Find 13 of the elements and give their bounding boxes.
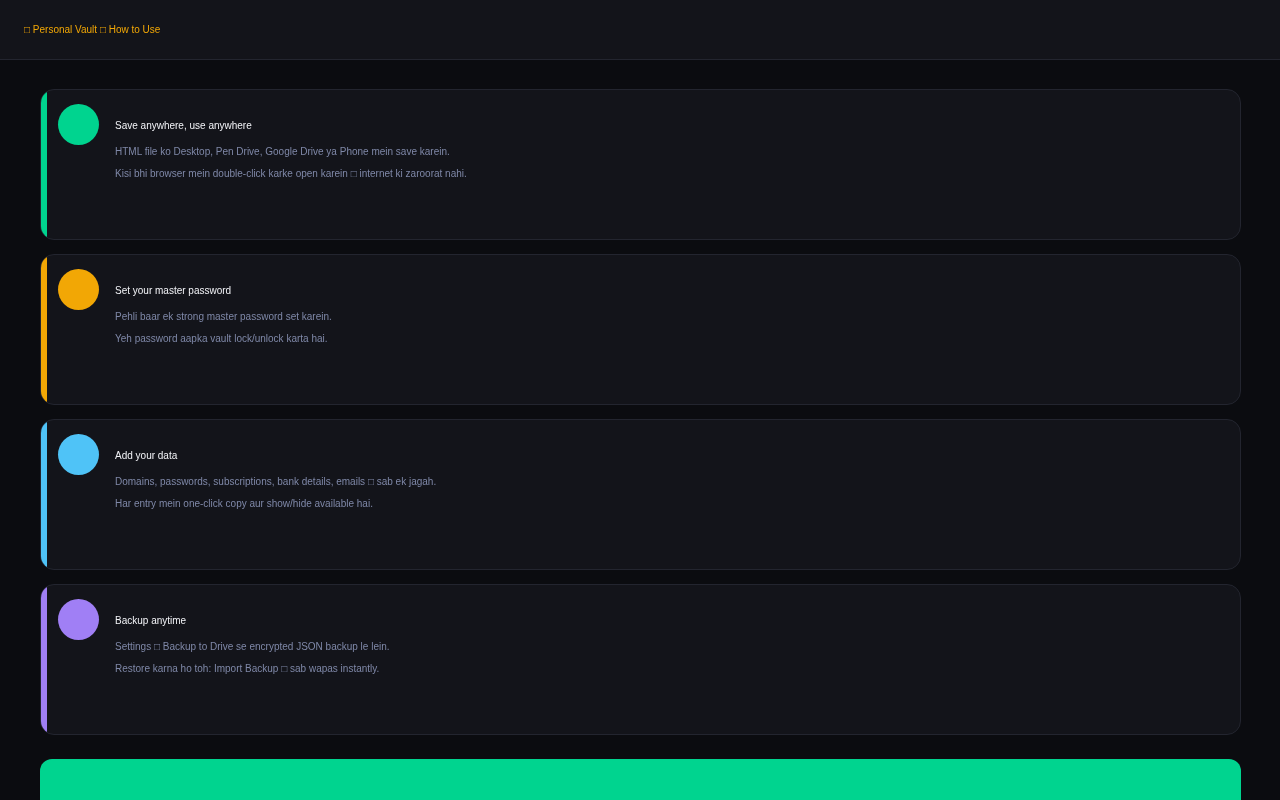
step-title: Set your master password xyxy=(115,285,233,296)
step-description: Domains, passwords, subscriptions, bank details, emails □ sab ek jagah. xyxy=(115,476,437,488)
step-description: HTML file ko Desktop, Pen Drive, Google Drive ya Phone mein save karein. xyxy=(115,146,451,158)
step-description: Har entry mein one-click copy aur show/hide available hai. xyxy=(115,498,374,510)
step-title: Add your data xyxy=(115,450,179,461)
step-title: Backup anytime xyxy=(115,615,188,626)
step-description: Yeh password aapka vault lock/unlock karta hai. xyxy=(115,333,329,345)
step-description: Pehli baar ek strong master password set karein. xyxy=(115,311,332,323)
step-description: Kisi bhi browser mein double-click karke open karein □ internet ki zaroorat nahi. xyxy=(115,168,467,180)
step-description: Settings □ Backup to Drive se encrypted JSON backup le lein. xyxy=(115,641,390,653)
step-title: Save anywhere, use anywhere xyxy=(115,120,253,131)
step-description: Restore karna ho toh: Import Backup □ sab wapas instantly. xyxy=(115,663,381,675)
breadcrumb: □ Personal Vault □ How to Use xyxy=(24,24,161,35)
